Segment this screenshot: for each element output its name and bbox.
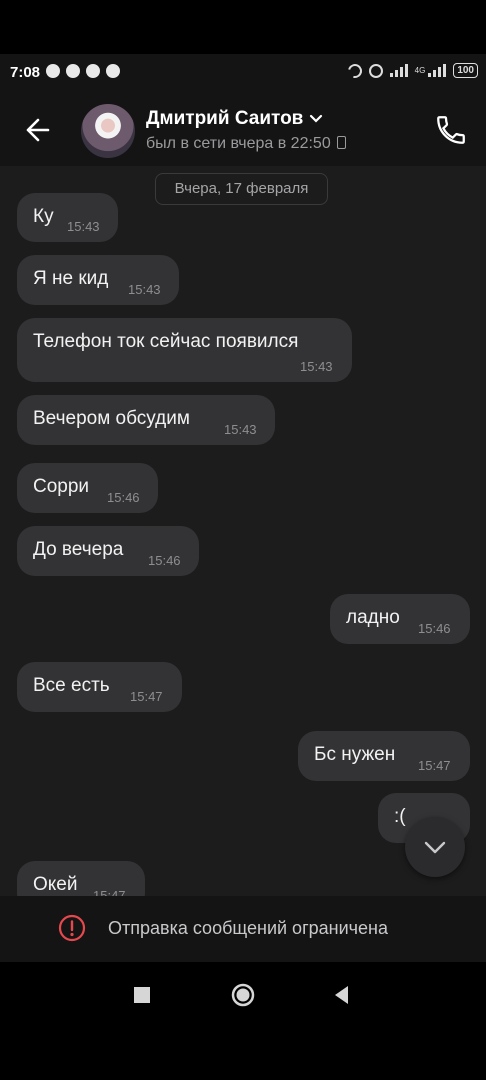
notification-icons xyxy=(46,64,120,78)
restriction-bar: Отправка сообщений ограничена xyxy=(0,896,486,962)
message-text: ладно xyxy=(346,607,400,628)
alarm-icon xyxy=(368,63,383,78)
app-notification-icon xyxy=(106,64,120,78)
message-bubble-outgoing[interactable]: Бс нужен 15:47 xyxy=(298,731,470,781)
date-separator: Вчера, 17 февраля xyxy=(155,173,328,205)
message-bubble-incoming[interactable]: Вечером обсудим 15:43 xyxy=(17,395,275,445)
message-time: 15:43 xyxy=(300,359,333,374)
home-icon[interactable] xyxy=(228,980,258,1010)
message-text: Бс нужен xyxy=(314,744,396,765)
signal-icon xyxy=(389,64,408,77)
message-time: 15:47 xyxy=(93,888,126,896)
chat-header: Дмитрий Саитов был в сети вчера в 22:50 xyxy=(0,92,486,166)
status-time: 7:08 xyxy=(10,64,41,81)
signal-icon xyxy=(428,64,447,77)
message-time: 15:47 xyxy=(418,758,451,773)
trash-notification-icon xyxy=(66,64,80,78)
last-seen-text: был в сети вчера в 22:50 xyxy=(146,135,331,152)
message-time: 15:46 xyxy=(418,621,451,636)
message-bubble-incoming[interactable]: Все есть 15:47 xyxy=(17,662,182,712)
system-nav-bar xyxy=(0,962,486,1028)
message-time: 15:43 xyxy=(224,422,257,437)
message-bubble-incoming[interactable]: Окей 15:47 xyxy=(17,861,145,896)
status-bar: 7:08 4G 100 xyxy=(0,54,486,92)
chat-notification-icon xyxy=(46,64,60,78)
contact-status: был в сети вчера в 22:50 xyxy=(146,135,346,153)
battery-icon: 100 xyxy=(453,63,478,78)
back-arrow-icon[interactable] xyxy=(20,112,56,148)
scroll-to-bottom-button[interactable] xyxy=(405,817,465,877)
warning-icon xyxy=(58,914,86,942)
network-type: 4G xyxy=(414,65,426,75)
message-text: Окей xyxy=(33,874,78,895)
chevron-down-icon xyxy=(424,841,446,854)
avatar[interactable] xyxy=(81,104,135,158)
message-text: Вечером обсудим xyxy=(33,408,190,429)
chat-screen: 7:08 4G 100 Дмитрий Саитов был в сети вч… xyxy=(0,0,486,1080)
camera-notch-area xyxy=(0,0,486,54)
recents-icon[interactable] xyxy=(127,980,157,1010)
message-time: 15:46 xyxy=(148,553,181,568)
message-bubble-incoming[interactable]: Сорри 15:46 xyxy=(17,463,158,513)
do-not-disturb-icon xyxy=(345,60,365,81)
message-time: 15:46 xyxy=(107,490,140,505)
message-text: :( xyxy=(394,806,406,827)
phone-icon[interactable] xyxy=(434,113,468,147)
message-text: Сорри xyxy=(33,476,90,497)
message-bubble-incoming[interactable]: До вечера 15:46 xyxy=(17,526,199,576)
restriction-text: Отправка сообщений ограничена xyxy=(108,918,388,938)
message-text: До вечера xyxy=(33,539,124,560)
message-text: Все есть xyxy=(33,675,110,696)
message-bubble-outgoing[interactable]: ладно 15:46 xyxy=(330,594,470,644)
back-triangle-icon[interactable] xyxy=(327,980,357,1010)
message-text: Телефон ток сейчас появился xyxy=(33,331,299,352)
message-time: 15:43 xyxy=(67,219,100,234)
chevron-down-icon xyxy=(310,114,323,123)
message-list[interactable]: Вчера, 17 февраля Ку 15:43 Я не кид 15:4… xyxy=(0,166,486,896)
mobile-device-icon xyxy=(336,136,346,149)
contact-name: Дмитрий Саитов xyxy=(146,108,304,129)
message-bubble-incoming[interactable]: Я не кид 15:43 xyxy=(17,255,179,305)
message-time: 15:47 xyxy=(130,689,163,704)
message-bubble-incoming[interactable]: Телефон ток сейчас появился 15:43 xyxy=(17,318,352,382)
message-text: Ку xyxy=(33,206,54,227)
system-icons: 4G 100 xyxy=(345,60,478,81)
message-time: 15:43 xyxy=(128,282,161,297)
message-bubble-incoming[interactable]: Ку 15:43 xyxy=(17,193,118,242)
message-text: Я не кид xyxy=(33,268,109,289)
app-notification-icon xyxy=(86,64,100,78)
bottom-bezel xyxy=(0,1028,486,1080)
contact-name-row[interactable]: Дмитрий Саитов xyxy=(146,108,323,130)
